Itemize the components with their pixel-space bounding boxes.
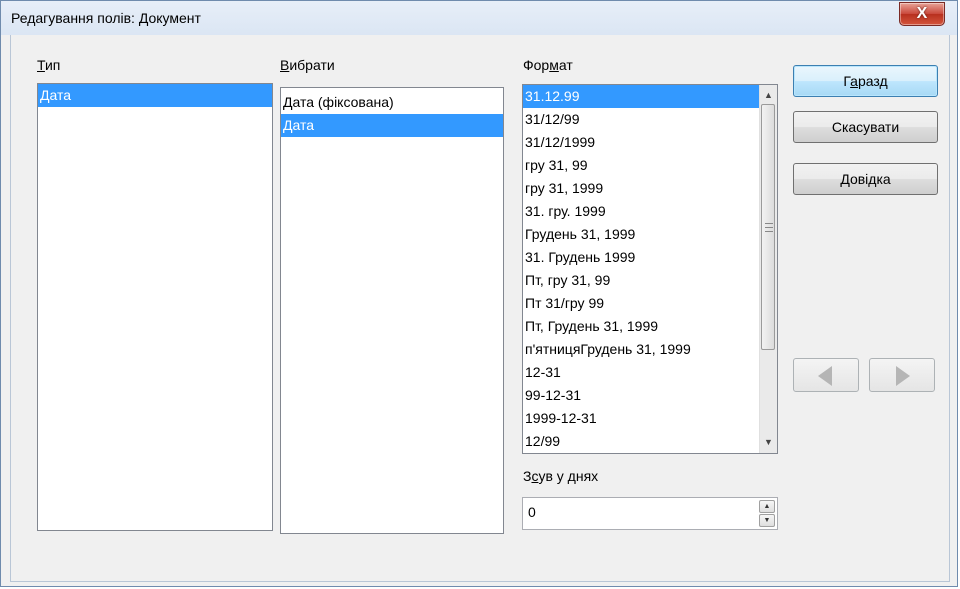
- format-list-item[interactable]: 31.12.99: [523, 85, 759, 108]
- scroll-up-icon[interactable]: ▲: [760, 87, 777, 104]
- format-list-item[interactable]: 31/12/1999: [523, 131, 759, 154]
- close-icon: X: [916, 5, 928, 22]
- cancel-button[interactable]: Скасувати: [793, 111, 938, 143]
- format-list-item[interactable]: 99-12-31: [523, 384, 759, 407]
- format-list-item[interactable]: 31/12/99: [523, 108, 759, 131]
- format-list-item[interactable]: 31. Грудень 1999: [523, 246, 759, 269]
- select-list-item[interactable]: Дата: [281, 114, 503, 137]
- arrow-left-icon: [818, 366, 832, 386]
- format-list-item[interactable]: гру 31, 1999: [523, 177, 759, 200]
- help-button[interactable]: Довідка: [793, 163, 938, 195]
- offset-spinbox[interactable]: 0 ▲ ▼: [522, 497, 778, 530]
- format-label: Формат: [523, 57, 573, 73]
- format-listbox[interactable]: 31.12.99 31/12/99 31/12/1999 гру 31, 99 гру …: [522, 84, 778, 454]
- next-button[interactable]: [869, 358, 935, 392]
- type-listbox[interactable]: Дата: [37, 83, 273, 531]
- scrollbar-thumb[interactable]: [761, 104, 775, 350]
- format-list-item[interactable]: Пт, Грудень 31, 1999: [523, 315, 759, 338]
- dialog-body: Тип Дата Вибрати Дата (фіксована) Дата Фо…: [10, 35, 950, 582]
- format-scrollbar[interactable]: ▲ ▼: [759, 85, 777, 453]
- format-list-item[interactable]: 31. гру. 1999: [523, 200, 759, 223]
- format-list-item[interactable]: Грудень 31, 1999: [523, 223, 759, 246]
- format-list-item[interactable]: 1999-12-31: [523, 407, 759, 430]
- scroll-down-icon[interactable]: ▼: [760, 434, 777, 451]
- title-bar: Редагування полів: Документ X: [1, 1, 957, 35]
- select-label: Вибрати: [280, 57, 335, 73]
- ok-button[interactable]: Гаразд: [793, 65, 938, 97]
- previous-button[interactable]: [793, 358, 859, 392]
- format-list-item[interactable]: 12-31: [523, 361, 759, 384]
- format-items: 31.12.99 31/12/99 31/12/1999 гру 31, 99 гру …: [523, 85, 759, 453]
- format-list-item[interactable]: 12/99: [523, 430, 759, 453]
- spin-up-icon[interactable]: ▲: [759, 500, 775, 513]
- type-list-item[interactable]: Дата: [38, 84, 272, 107]
- spin-buttons: ▲ ▼: [759, 500, 775, 528]
- offset-value[interactable]: 0: [528, 504, 536, 520]
- spin-down-icon[interactable]: ▼: [759, 514, 775, 527]
- dialog-window: Редагування полів: Документ X Тип Дата В…: [0, 0, 958, 587]
- offset-label: Зсув у днях: [523, 468, 599, 484]
- close-button[interactable]: X: [899, 2, 945, 26]
- format-list-item[interactable]: гру 31, 99: [523, 154, 759, 177]
- window-title: Редагування полів: Документ: [11, 10, 201, 26]
- format-list-item[interactable]: Пт 31/гру 99: [523, 292, 759, 315]
- select-listbox[interactable]: Дата (фіксована) Дата: [280, 87, 504, 534]
- select-list-item[interactable]: Дата (фіксована): [281, 91, 503, 114]
- type-label: Тип: [37, 57, 61, 73]
- format-list-item[interactable]: Пт, гру 31, 99: [523, 269, 759, 292]
- format-list-item[interactable]: п'ятницяГрудень 31, 1999: [523, 338, 759, 361]
- grip-icon: [765, 223, 773, 232]
- arrow-right-icon: [896, 366, 910, 386]
